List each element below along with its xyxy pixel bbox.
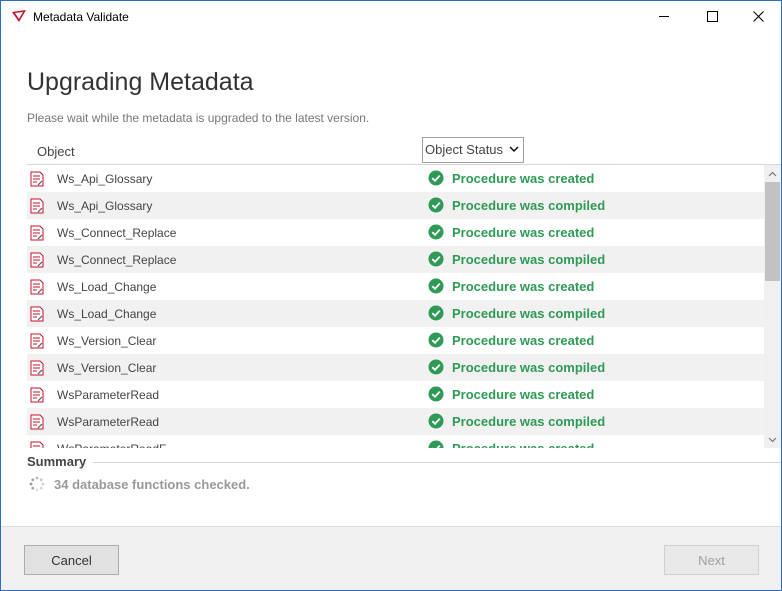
grid-rows: Ws_Api_Glossary Procedure was created Ws_A… (27, 165, 765, 448)
object-status-grid: Object Object Status Ws_Api_Glossary Proc… (27, 137, 781, 448)
procedure-icon (30, 252, 44, 268)
object-name: Ws_Connect_Replace (57, 253, 177, 267)
app-logo-icon (12, 10, 26, 22)
object-name: WsParameterReadF (57, 442, 166, 448)
check-circle-icon (428, 359, 444, 375)
table-row[interactable]: Ws_Load_Change Procedure was compiled (27, 300, 765, 327)
table-row[interactable]: WsParameterRead Procedure was created (27, 381, 765, 408)
check-circle-icon (428, 413, 444, 429)
column-header-object-status-label: Object Status (425, 142, 504, 157)
object-status: Procedure was created (452, 333, 595, 348)
cancel-button[interactable]: Cancel (24, 545, 119, 575)
object-name: Ws_Load_Change (57, 307, 157, 321)
object-name: Ws_Version_Clear (57, 334, 157, 348)
chevron-up-icon (768, 171, 777, 176)
table-row[interactable]: Ws_Version_Clear Procedure was compiled (27, 354, 765, 381)
chevron-down-icon (768, 437, 777, 442)
object-name: WsParameterRead (57, 388, 160, 402)
dialog-footer: Cancel Next (1, 526, 781, 590)
object-status: Procedure was created (452, 171, 595, 186)
object-status: Procedure was compiled (452, 360, 606, 375)
column-header-object[interactable]: Object (37, 144, 75, 159)
scrollbar-thumb[interactable] (765, 182, 780, 281)
procedure-icon (30, 414, 44, 430)
table-row[interactable]: WsParameterReadF Procedure was created (27, 435, 765, 448)
check-circle-icon (428, 278, 444, 294)
minimize-icon (658, 16, 669, 17)
object-status: Procedure was created (452, 279, 595, 294)
table-row[interactable]: WsParameterRead Procedure was compiled (27, 408, 765, 435)
check-circle-icon (428, 251, 444, 267)
minimize-button[interactable] (641, 1, 687, 32)
procedure-icon (30, 198, 44, 214)
check-circle-icon (428, 440, 444, 448)
table-row[interactable]: Ws_Api_Glossary Procedure was created (27, 165, 765, 192)
loading-spinner-icon (29, 476, 45, 492)
summary-status-text: 34 database functions checked. (54, 477, 250, 492)
procedure-icon (30, 360, 44, 376)
object-status: Procedure was created (452, 225, 595, 240)
procedure-icon (30, 387, 44, 403)
object-status: Procedure was compiled (452, 252, 606, 267)
table-row[interactable]: Ws_Version_Clear Procedure was created (27, 327, 765, 354)
metadata-validate-window: Metadata Validate Upgrading Metadata Ple… (0, 0, 782, 591)
page-subtitle: Please wait while the metadata is upgrad… (27, 111, 370, 125)
table-row[interactable]: Ws_Connect_Replace Procedure was created (27, 219, 765, 246)
object-status: Procedure was compiled (452, 306, 606, 321)
object-name: Ws_Connect_Replace (57, 226, 177, 240)
object-name: Ws_Version_Clear (57, 361, 157, 375)
title-bar: Metadata Validate (1, 1, 781, 32)
page-title: Upgrading Metadata (27, 68, 254, 96)
cancel-button-label: Cancel (51, 552, 92, 568)
object-status: Procedure was compiled (452, 414, 606, 429)
scroll-down-button[interactable] (764, 431, 781, 448)
scroll-up-button[interactable] (764, 165, 781, 182)
check-circle-icon (428, 386, 444, 402)
check-circle-icon (428, 170, 444, 186)
summary-divider (93, 462, 781, 463)
procedure-icon (30, 306, 44, 322)
object-status: Procedure was compiled (452, 198, 606, 213)
procedure-icon (30, 225, 44, 241)
column-header-object-status[interactable]: Object Status (422, 137, 524, 163)
grid-header: Object Object Status (27, 137, 781, 165)
maximize-button[interactable] (689, 1, 735, 32)
table-row[interactable]: Ws_Load_Change Procedure was created (27, 273, 765, 300)
check-circle-icon (428, 332, 444, 348)
maximize-icon (706, 11, 718, 22)
window-title: Metadata Validate (33, 10, 129, 24)
vertical-scrollbar[interactable] (764, 165, 781, 448)
close-icon (752, 11, 764, 22)
close-button[interactable] (735, 1, 781, 32)
check-circle-icon (428, 305, 444, 321)
object-name: Ws_Load_Change (57, 280, 157, 294)
next-button[interactable]: Next (664, 545, 759, 575)
procedure-icon (30, 333, 44, 349)
procedure-icon (30, 171, 44, 187)
object-name: Ws_Api_Glossary (57, 172, 153, 186)
chevron-down-icon (509, 146, 519, 152)
object-status: Procedure was created (452, 441, 594, 448)
procedure-icon (30, 279, 44, 295)
object-status: Procedure was created (452, 387, 595, 402)
table-row[interactable]: Ws_Api_Glossary Procedure was compiled (27, 192, 765, 219)
next-button-label: Next (698, 552, 725, 568)
check-circle-icon (428, 224, 444, 240)
object-name: WsParameterRead (57, 415, 160, 429)
table-row[interactable]: Ws_Connect_Replace Procedure was compiled (27, 246, 765, 273)
object-name: Ws_Api_Glossary (57, 199, 153, 213)
summary-heading: Summary (27, 454, 87, 469)
check-circle-icon (428, 197, 444, 213)
procedure-icon (30, 441, 44, 448)
